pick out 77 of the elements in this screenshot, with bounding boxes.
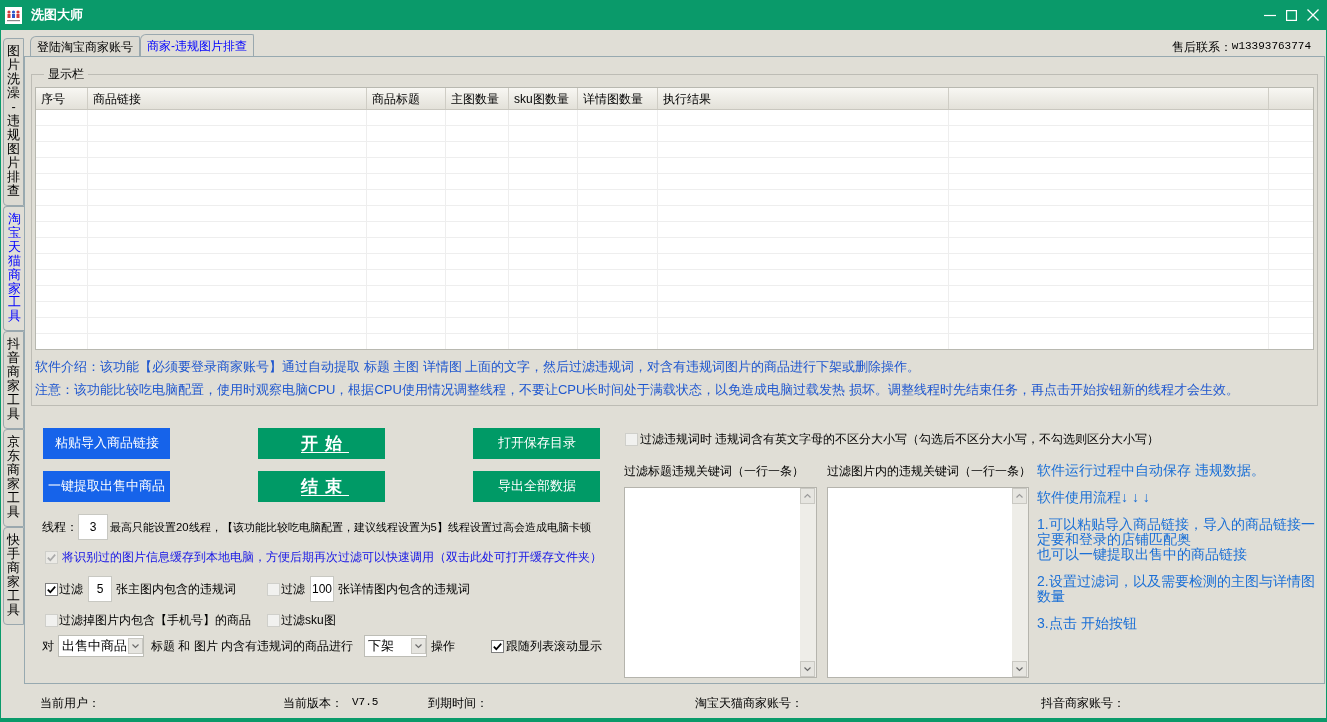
caret-up-icon (800, 488, 815, 504)
logo-icon (5, 6, 22, 24)
field-label: 张主图内包含的违规词 (116, 581, 236, 598)
checkbox[interactable] (45, 613, 58, 627)
tab[interactable]: 登陆淘宝商家账号 (30, 36, 140, 56)
contact-label: 售后联系： (1171, 38, 1232, 56)
help-text: 软件运行过程中自动保存 违规数据。 (1037, 463, 1266, 478)
status-label: 淘宝天猫商家账号： (695, 694, 803, 712)
side-tab[interactable]: 快手商家工具 (3, 527, 24, 625)
status-label: 当前版本： (283, 694, 343, 712)
caret-down-icon (411, 638, 426, 654)
help-step-text: 2.设置过滤词，以及需要检测的主图与详情图数量 (1037, 574, 1316, 604)
column-header[interactable]: 主图数量 (446, 88, 509, 109)
checkbox-label[interactable]: 过滤 (281, 580, 305, 598)
side-tab[interactable]: 抖音商家工具 (3, 331, 24, 430)
checkbox[interactable] (45, 582, 58, 596)
column-header[interactable]: sku图数量 (509, 88, 578, 109)
help-step-text: 也可以一键提取出售中的商品链接 (1037, 547, 1248, 562)
field-label: 过滤标题违规关键词（一行一条） (624, 463, 805, 479)
help-step-text: 1.可以粘贴导入商品链接，导入的商品链接一定要和登录的店铺匹配奥 (1037, 517, 1316, 547)
status-label: 当前用户： (40, 694, 100, 712)
group-title: 显示栏 (47, 66, 85, 83)
checkbox[interactable] (491, 639, 504, 653)
caret-down-icon (800, 661, 815, 677)
hint-text: 最高只能设置20线程，【该功能比较吃电脑配置，建议线程设置为5】线程设置过高会造成电脑卡顿 (110, 519, 591, 535)
column-header[interactable]: 详情图数量 (578, 88, 658, 109)
column-header[interactable]: 序号 (36, 88, 88, 109)
checkbox-label[interactable]: 过滤sku图 (281, 611, 336, 629)
action-text: 对 (42, 638, 54, 655)
window-title: 洗图大师 (31, 6, 83, 25)
status-label: 到期时间： (428, 694, 488, 712)
keyword-text-area[interactable] (827, 487, 1029, 678)
scrollbar[interactable] (800, 488, 816, 677)
side-tab[interactable]: 京东商家工具 (3, 429, 24, 528)
side-tab[interactable]: 淘宝天猫商家工具 (3, 205, 25, 332)
status-label: 抖音商家账号： (1041, 694, 1125, 712)
action-text: 标题 和 图片 内含有违规词的商品进行 (151, 638, 353, 655)
dropdown[interactable]: 下架 (364, 635, 427, 657)
caret-down-icon (128, 638, 143, 654)
side-tab[interactable]: 图片洗澡-违规图片排查 (3, 38, 24, 206)
field-label: 张详情图内包含的违规词 (338, 581, 470, 598)
keyword-text-area[interactable] (624, 487, 817, 678)
info-text: 注意：该功能比较吃电脑配置，使用时观察电脑CPU，根据CPU使用情况调整线程，不要让CPU长时间处于满载状态，以免造成电脑过载发热 损坏。调整线程时先结束任务，再点击开始按钮新的线程才会生效。 (35, 381, 1239, 399)
action-button[interactable]: 结束 (258, 471, 385, 502)
scrollbar[interactable] (1012, 488, 1028, 677)
checkbox[interactable] (625, 432, 638, 446)
field-label: 过滤图片内的违规关键词（一行一条） (827, 463, 1029, 479)
close-icon[interactable] (1307, 9, 1319, 21)
help-title: 软件使用流程↓ ↓ ↓ (1037, 490, 1151, 505)
checkbox[interactable] (267, 582, 280, 596)
column-header[interactable]: 执行结果 (658, 88, 949, 109)
checkbox-label[interactable]: 过滤违规词时 违规词含有英文字母的不区分大小写（勾选后不区分大小写，不勾选则区分大小写） (640, 430, 1160, 448)
action-text: 操作 (431, 638, 455, 655)
column-header[interactable]: 商品标题 (367, 88, 446, 109)
checkbox-label[interactable]: 跟随列表滚动显示 (506, 637, 602, 655)
checkbox[interactable] (267, 613, 280, 627)
action-button[interactable]: 一键提取出售中商品 (43, 471, 170, 502)
caret-up-icon (1012, 488, 1027, 504)
checkbox-label[interactable]: 过滤掉图片内包含【手机号】的商品 (59, 611, 251, 629)
maximize-icon[interactable] (1286, 9, 1297, 21)
caret-down-icon (1012, 661, 1027, 677)
count-field[interactable]: 5 (88, 576, 112, 602)
field-label: 线程： (42, 519, 78, 536)
contact-value: w13393763774 (1231, 39, 1311, 55)
action-button[interactable]: 粘贴导入商品链接 (43, 428, 170, 459)
checkbox-label[interactable]: 过滤 (59, 580, 83, 598)
status-value: V7.5 (352, 695, 379, 711)
help-step-text: 3.点击 开始按钮 (1037, 616, 1138, 631)
action-button[interactable]: 导出全部数据 (473, 471, 600, 502)
column-header[interactable]: 商品链接 (88, 88, 367, 109)
action-button[interactable]: 开始 (258, 428, 385, 459)
action-button[interactable]: 打开保存目录 (473, 428, 600, 459)
tab[interactable]: 商家-违规图片排查 (140, 34, 254, 56)
count-field[interactable]: 100 (310, 576, 334, 602)
info-text: 软件介绍：该功能【必须要登录商家账号】通过自动提取 标题 主图 详情图 上面的文字，然后过滤违规词，对含有违规词图片的商品进行下架或删除操作。 (35, 358, 921, 376)
thread-count-field[interactable]: 3 (78, 514, 108, 540)
dropdown[interactable]: 出售中商品 (58, 635, 144, 657)
